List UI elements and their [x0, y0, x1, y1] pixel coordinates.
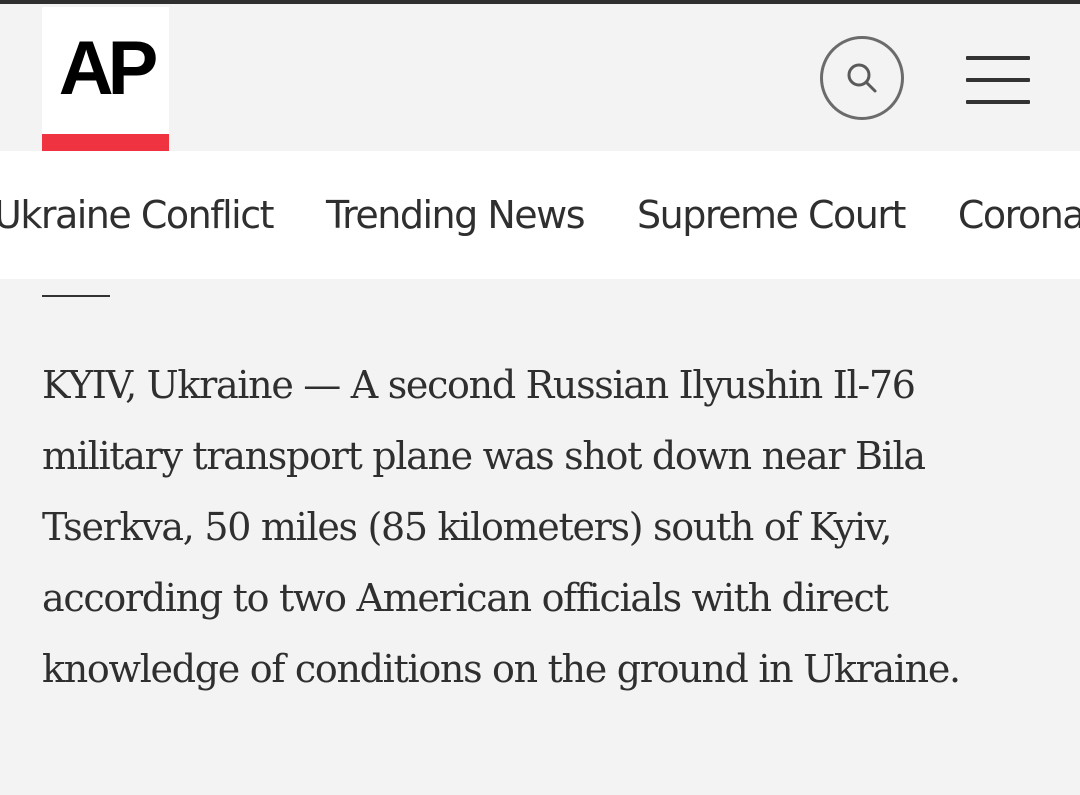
search-icon — [847, 63, 877, 93]
nav-item-trending-news[interactable]: Trending News — [326, 151, 586, 279]
site-header: AP — [0, 4, 1080, 151]
logo-text: AP — [58, 26, 159, 111]
logo-accent-bar — [42, 134, 169, 151]
topic-nav: Ukraine Conflict Trending News Supreme Cou… — [0, 151, 1080, 279]
nav-item-supreme-court[interactable]: Supreme Court — [637, 151, 906, 279]
section-divider — [42, 295, 110, 297]
search-button[interactable] — [820, 36, 904, 120]
article-lead-paragraph: KYIV, Ukraine — A second Russian Ilyushi… — [42, 363, 961, 691]
nav-item-coronavirus[interactable]: Coronavirus — [958, 151, 1080, 279]
hamburger-menu-icon — [966, 56, 1030, 60]
hamburger-menu-icon-line — [966, 78, 1030, 82]
ap-logo[interactable]: AP — [42, 7, 169, 151]
menu-button[interactable] — [966, 56, 1030, 106]
nav-item-ukraine-conflict[interactable]: Ukraine Conflict — [0, 151, 274, 279]
hamburger-menu-icon-line — [966, 100, 1030, 104]
topic-nav-track: Ukraine Conflict Trending News Supreme Cou… — [0, 151, 1080, 279]
